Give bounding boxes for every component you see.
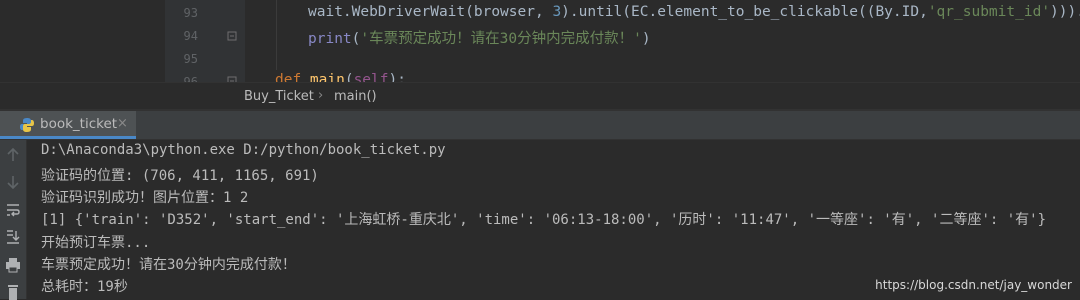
console-toolbar [0, 140, 27, 300]
editor-left-strip [0, 0, 165, 82]
console-output[interactable]: D:\Anaconda3\python.exe D:/python/book_t… [0, 140, 1080, 299]
line-number: 95 [183, 52, 198, 66]
tab-book-ticket[interactable]: book_ticket × [0, 111, 136, 139]
breadcrumb-separator: › [318, 88, 324, 103]
watermark: https://blog.csdn.net/jay_wonder [875, 278, 1072, 292]
run-tab-bar: book_ticket × [0, 111, 1080, 140]
console-line: 验证码识别成功！图片位置：1 2 [41, 190, 249, 206]
code-line-94[interactable]: print('车票预定成功！请在30分钟内完成付款！') [308, 27, 651, 48]
line-number-gutter: 93 94 95 96 [165, 0, 245, 82]
console-line: 车票预定成功！请在30分钟内完成付款！ [41, 257, 296, 273]
line-number: 93 [183, 6, 198, 20]
tab-label: book_ticket [40, 116, 118, 132]
console-line: 开始预订车票... [41, 235, 151, 251]
close-icon[interactable]: × [117, 116, 128, 131]
print-icon[interactable] [4, 256, 22, 274]
console-line: D:\Anaconda3\python.exe D:/python/book_t… [41, 142, 446, 158]
code-editor[interactable]: 93 94 95 96 wait.WebDriverWait(browser, … [0, 0, 1080, 82]
scroll-to-end-icon[interactable] [4, 228, 22, 246]
console-line: 总耗时：19秒 [41, 279, 128, 295]
breadcrumb-item-class[interactable]: Buy_Ticket [244, 89, 314, 104]
python-icon [20, 118, 34, 132]
code-line-93[interactable]: wait.WebDriverWait(browser, 3).until(EC.… [308, 4, 1080, 20]
trash-icon[interactable] [4, 282, 22, 300]
arrow-up-icon[interactable] [4, 146, 22, 164]
code-line-96[interactable]: def main(self): [275, 72, 406, 82]
console-line: [1] {'train': 'D352', 'start_end': '上海虹桥… [41, 212, 1047, 228]
arrow-down-icon[interactable] [4, 173, 22, 191]
breadcrumb: Buy_Ticket › main() [0, 82, 1080, 110]
console-line: 验证码的位置: (706, 411, 1165, 691) [41, 168, 319, 184]
line-number: 96 [183, 75, 198, 82]
fold-icon[interactable] [227, 31, 237, 41]
breadcrumb-item-method[interactable]: main() [334, 89, 377, 104]
line-number: 94 [183, 29, 198, 43]
indent-guide [276, 0, 277, 70]
soft-wrap-icon[interactable] [4, 201, 22, 219]
